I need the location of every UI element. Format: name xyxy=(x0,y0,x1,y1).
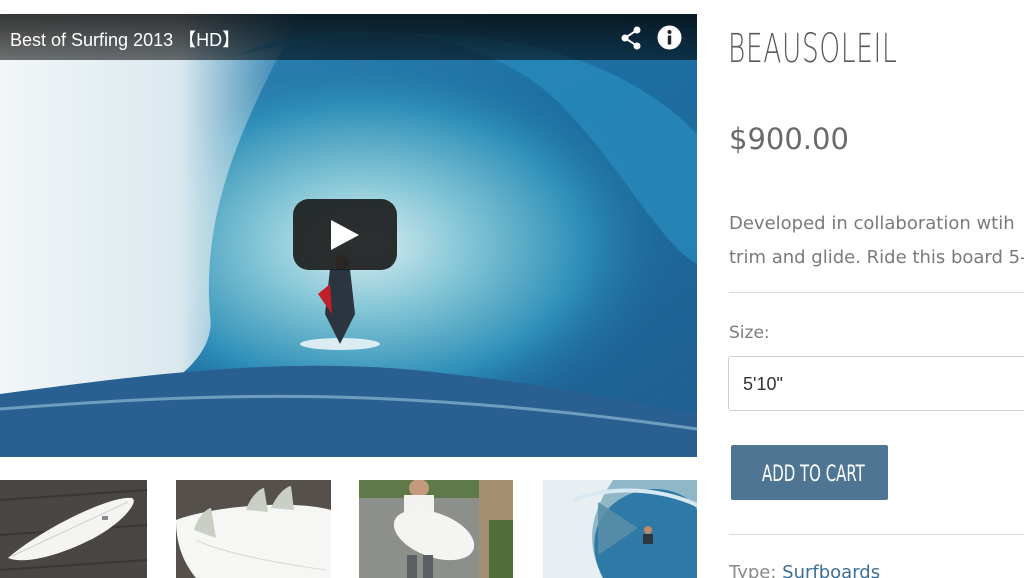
share-icon[interactable] xyxy=(620,26,642,50)
play-button[interactable] xyxy=(293,199,397,270)
description-line-2: trim and glide. Ride this board 5- xyxy=(729,247,1024,268)
surfboard-thumbnail-image xyxy=(0,480,147,578)
thumbnail-3[interactable] xyxy=(359,480,513,578)
size-select[interactable]: 5'10" xyxy=(728,356,1024,411)
video-title-bar: Best of Surfing 2013 【HD】 xyxy=(0,14,697,60)
person-holding-surfboard-thumbnail-image xyxy=(359,480,513,578)
product-price: $900.00 xyxy=(729,122,849,156)
play-icon xyxy=(331,220,359,250)
size-select-value: 5'10" xyxy=(743,374,783,394)
size-label: Size: xyxy=(729,323,770,343)
type-label: Type: xyxy=(729,562,777,578)
add-to-cart-label: ADD TO CART xyxy=(762,462,865,487)
description-line-1: Developed in collaboration wtih xyxy=(729,213,1015,234)
product-description: Developed in collaboration wtih trim and… xyxy=(729,207,1024,275)
thumbnail-4[interactable] xyxy=(543,480,697,578)
thumbnail-1[interactable] xyxy=(0,480,147,578)
add-to-cart-button[interactable]: ADD TO CART xyxy=(731,445,888,500)
divider xyxy=(729,534,1024,535)
product-type: Type: Surfboards xyxy=(729,562,880,578)
video-player[interactable]: Best of Surfing 2013 【HD】 xyxy=(0,14,697,457)
thumbnail-2[interactable] xyxy=(176,480,331,578)
type-link[interactable]: Surfboards xyxy=(782,562,880,578)
surfboard-fins-thumbnail-image xyxy=(176,480,331,578)
divider xyxy=(729,292,1024,293)
info-icon[interactable] xyxy=(657,25,682,50)
video-title[interactable]: Best of Surfing 2013 【HD】 xyxy=(10,26,240,52)
surfing-video-thumbnail-image xyxy=(543,480,697,578)
product-title: BEAUSOLEIL xyxy=(728,26,898,72)
